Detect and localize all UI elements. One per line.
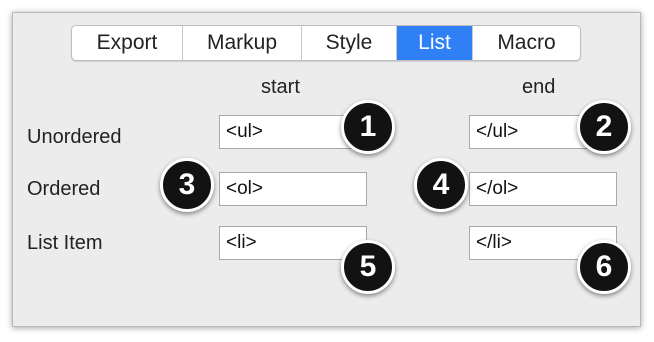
- tab-export[interactable]: Export: [72, 26, 183, 60]
- row-label-unordered: Unordered: [27, 126, 122, 148]
- tab-macro[interactable]: Macro: [473, 26, 580, 60]
- ordered-start-field[interactable]: [219, 172, 367, 206]
- tab-list[interactable]: List: [397, 26, 473, 60]
- callout-badge-6: 6: [577, 240, 631, 294]
- start-column-header: start: [261, 76, 300, 98]
- tab-bar: Export Markup Style List Macro: [71, 25, 581, 61]
- tab-markup[interactable]: Markup: [183, 26, 302, 60]
- callout-badge-4: 4: [414, 158, 468, 212]
- callout-badge-5: 5: [341, 240, 395, 294]
- end-column-header: end: [522, 76, 556, 98]
- callout-badge-2: 2: [577, 100, 631, 154]
- ordered-end-field[interactable]: [469, 172, 617, 206]
- callout-badge-1: 1: [341, 100, 395, 154]
- tab-style[interactable]: Style: [302, 26, 397, 60]
- callout-badge-3: 3: [160, 158, 214, 212]
- row-label-list-item: List Item: [27, 232, 103, 254]
- row-label-ordered: Ordered: [27, 178, 101, 200]
